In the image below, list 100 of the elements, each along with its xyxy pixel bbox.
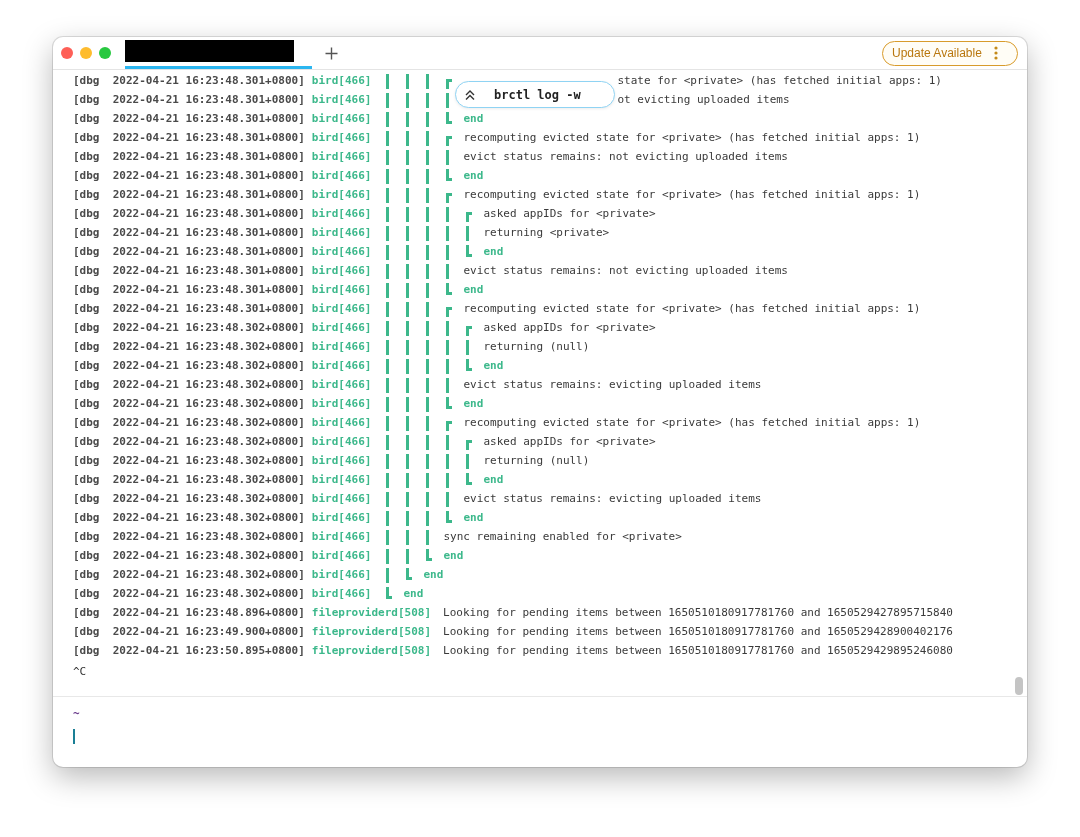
scrollbar-thumb[interactable] <box>1015 677 1023 695</box>
log-timestamp: [dbg 2022-04-21 16:23:48.302+0800] <box>73 587 305 600</box>
process-name: bird[466] <box>311 511 372 524</box>
log-message: end <box>463 511 484 524</box>
log-timestamp: [dbg 2022-04-21 16:23:48.301+0800] <box>73 112 305 125</box>
log-timestamp: [dbg 2022-04-21 16:23:48.301+0800] <box>73 93 305 106</box>
more-icon[interactable] <box>993 46 998 60</box>
log-message: Looking for pending items between 1650510180917781760 and 1650529427895715840 <box>443 606 953 619</box>
log-timestamp: [dbg 2022-04-21 16:23:48.301+0800] <box>73 245 305 258</box>
log-message: asked appIDs for <private> <box>483 207 656 220</box>
tree-corner <box>406 577 413 580</box>
process-name: bird[466] <box>311 131 372 144</box>
log-message: recomputing evicted state for <private> (has fetched initial apps: 1) <box>463 416 921 429</box>
log-timestamp: [dbg 2022-04-21 16:23:50.895+0800] <box>73 644 305 657</box>
tree-corner <box>446 121 453 124</box>
process-name: bird[466] <box>311 93 372 106</box>
log-message: sync remaining enabled for <private> <box>443 530 682 543</box>
tree-corner <box>466 368 473 371</box>
plus-icon[interactable] <box>325 46 338 60</box>
tree-corner <box>426 558 433 561</box>
log-message: end <box>443 549 464 562</box>
log-message: Looking for pending items between 1650510180917781760 and 1650529428900402176 <box>443 625 953 638</box>
tree-corner <box>466 212 473 215</box>
process-name: bird[466] <box>311 188 372 201</box>
log-timestamp: [dbg 2022-04-21 16:23:48.302+0800] <box>73 530 305 543</box>
process-name: bird[466] <box>311 207 372 220</box>
process-name: bird[466] <box>311 435 372 448</box>
log-timestamp: [dbg 2022-04-21 16:23:48.302+0800] <box>73 340 305 353</box>
log-timestamp: [dbg 2022-04-21 16:23:48.302+0800] <box>73 416 305 429</box>
log-timestamp: [dbg 2022-04-21 16:23:48.301+0800] <box>73 188 305 201</box>
tab[interactable] <box>125 37 312 69</box>
log-message: asked appIDs for <private> <box>483 435 656 448</box>
tree-corner <box>446 421 453 424</box>
log-timestamp: [dbg 2022-04-21 16:23:48.301+0800] <box>73 283 305 296</box>
log-timestamp: [dbg 2022-04-21 16:23:48.302+0800] <box>73 321 305 334</box>
process-name: bird[466] <box>311 587 372 600</box>
log-message: recomputing evicted state for <private> (has fetched initial apps: 1) <box>463 302 921 315</box>
log-message: end <box>403 587 424 600</box>
log-timestamp: [dbg 2022-04-21 16:23:48.302+0800] <box>73 397 305 410</box>
tree-corner <box>446 406 453 409</box>
log-timestamp: [dbg 2022-04-21 16:23:48.301+0800] <box>73 150 305 163</box>
log-message: end <box>463 397 484 410</box>
process-name: bird[466] <box>311 150 372 163</box>
process-name: bird[466] <box>311 302 372 315</box>
tree-corner <box>446 136 453 139</box>
log-message: asked appIDs for <private> <box>483 321 656 334</box>
process-name: fileproviderd[508] <box>311 644 431 657</box>
double-chevron-up-icon <box>464 88 476 101</box>
tree-corner <box>386 596 393 599</box>
log-timestamp: [dbg 2022-04-21 16:23:48.302+0800] <box>73 435 305 448</box>
log-timestamp: [dbg 2022-04-21 16:23:48.301+0800] <box>73 207 305 220</box>
log-message: Looking for pending items between 1650510180917781760 and 1650529429895246080 <box>443 644 953 657</box>
tree-corner <box>446 292 453 295</box>
log-message: end <box>483 245 504 258</box>
log-timestamp: [dbg 2022-04-21 16:23:48.301+0800] <box>73 169 305 182</box>
process-name: bird[466] <box>311 112 372 125</box>
process-name: bird[466] <box>311 492 372 505</box>
log-message: end <box>463 169 484 182</box>
log-message: state for <private> (has fetched initial apps: 1) <box>617 74 942 87</box>
log-timestamp: [dbg 2022-04-21 16:23:48.301+0800] <box>73 264 305 277</box>
zoom-button[interactable] <box>99 47 111 59</box>
tree-corner <box>446 193 453 196</box>
log-timestamp: [dbg 2022-04-21 16:23:48.302+0800] <box>73 359 305 372</box>
process-name: bird[466] <box>311 454 372 467</box>
process-name: bird[466] <box>311 264 372 277</box>
interrupt-text: ^C <box>73 664 87 680</box>
log-timestamp: [dbg 2022-04-21 16:23:48.301+0800] <box>73 302 305 315</box>
log-message: returning (null) <box>483 340 590 353</box>
log-message: end <box>483 359 504 372</box>
tree-corner <box>466 482 473 485</box>
tree-corner <box>446 178 453 181</box>
process-name: bird[466] <box>311 74 372 87</box>
log-message: recomputing evicted state for <private> (has fetched initial apps: 1) <box>463 188 921 201</box>
process-name: bird[466] <box>311 378 372 391</box>
text-cursor <box>73 729 75 744</box>
log-timestamp: [dbg 2022-04-21 16:23:48.896+0800] <box>73 606 305 619</box>
log-message: end <box>483 473 504 486</box>
close-button[interactable] <box>61 47 73 59</box>
log-message: returning (null) <box>483 454 590 467</box>
tree-corner <box>446 79 453 82</box>
process-name: bird[466] <box>311 568 372 581</box>
minimize-button[interactable] <box>80 47 92 59</box>
log-message: end <box>463 112 484 125</box>
update-button[interactable]: Update Available <box>882 40 1018 66</box>
tree-corner <box>446 307 453 310</box>
log-message: end <box>423 568 444 581</box>
log-timestamp: [dbg 2022-04-21 16:23:48.302+0800] <box>73 454 305 467</box>
tree-corner <box>446 520 453 523</box>
command-header[interactable]: brctl log -w <box>455 81 615 108</box>
log-timestamp: [dbg 2022-04-21 16:23:48.301+0800] <box>73 131 305 144</box>
log-timestamp: [dbg 2022-04-21 16:23:48.301+0800] <box>73 226 305 239</box>
log-timestamp: [dbg 2022-04-21 16:23:48.302+0800] <box>73 549 305 562</box>
log-timestamp: [dbg 2022-04-21 16:23:48.302+0800] <box>73 568 305 581</box>
process-name: bird[466] <box>311 245 372 258</box>
log-message: ot evicting uploaded items <box>617 93 790 106</box>
log-message: recomputing evicted state for <private> (has fetched initial apps: 1) <box>463 131 921 144</box>
process-name: bird[466] <box>311 397 372 410</box>
tree-corner <box>466 326 473 329</box>
prompt-directory: ~ <box>73 707 81 720</box>
process-name: bird[466] <box>311 226 372 239</box>
